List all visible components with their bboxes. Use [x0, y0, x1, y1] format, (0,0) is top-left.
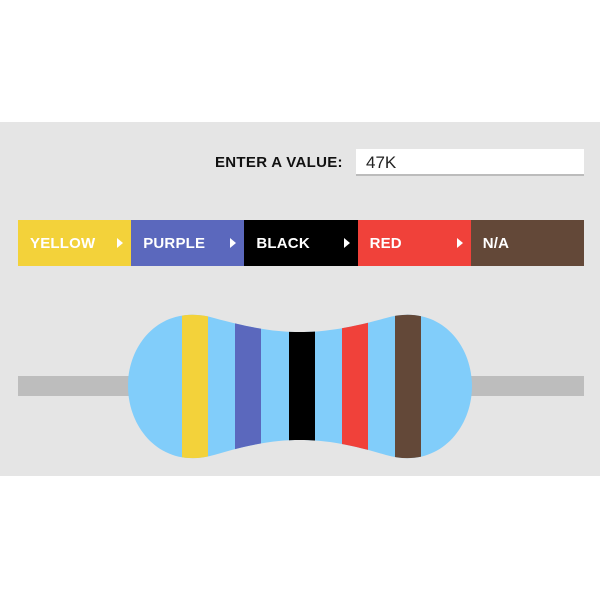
resistor-stripe-1 [182, 314, 208, 459]
resistor-illustration [18, 314, 584, 459]
resistor-stripe-3 [289, 314, 315, 459]
resistor-stripe-4 [342, 314, 368, 459]
resistor-stripe-2 [235, 314, 261, 459]
resistor-stripe-5 [395, 314, 421, 459]
